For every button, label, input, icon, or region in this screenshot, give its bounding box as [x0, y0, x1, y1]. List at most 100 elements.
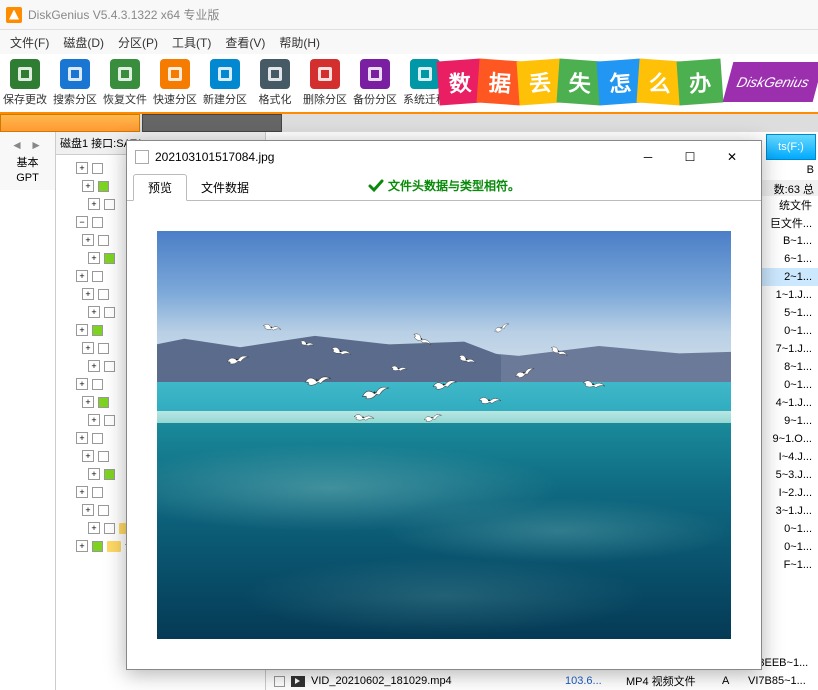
expand-icon[interactable]: + — [76, 378, 88, 390]
toolbar-搜索分区[interactable]: 搜索分区 — [50, 54, 100, 112]
toolbar-快速分区[interactable]: 快速分区 — [150, 54, 200, 112]
collapse-icon[interactable]: − — [76, 216, 88, 228]
checkbox[interactable] — [92, 217, 103, 228]
expand-icon[interactable]: + — [82, 180, 94, 192]
bird-icon — [302, 370, 335, 391]
toolbar-删除分区[interactable]: 删除分区 — [300, 54, 350, 112]
checkbox[interactable] — [98, 505, 109, 516]
gpt-label: GPT — [0, 172, 55, 184]
checkbox[interactable] — [92, 325, 103, 336]
menu-item-0[interactable]: 文件(F) — [4, 32, 55, 53]
view-mode-block[interactable]: ◄ ► 基本 GPT — [0, 132, 55, 190]
expand-icon[interactable]: + — [76, 162, 88, 174]
toolbar-label: 新建分区 — [203, 91, 247, 107]
drive-badge[interactable]: ts(F:) — [766, 134, 816, 160]
folder-icon — [107, 541, 121, 552]
toolbar-icon — [210, 59, 240, 89]
toolbar-icon — [60, 59, 90, 89]
promo-banner[interactable]: 数据丢失怎么办DiskGenius — [438, 54, 818, 110]
expand-icon[interactable]: + — [88, 252, 100, 264]
toolbar-label: 格式化 — [259, 91, 292, 107]
checkbox[interactable] — [92, 379, 103, 390]
checkbox[interactable] — [104, 469, 115, 480]
tab-filedata[interactable]: 文件数据 — [187, 175, 263, 200]
expand-icon[interactable]: + — [88, 306, 100, 318]
preview-status: 文件头数据与类型相符。 — [368, 177, 520, 194]
left-panel: ◄ ► 基本 GPT — [0, 132, 56, 690]
checkbox[interactable] — [104, 253, 115, 264]
expand-icon[interactable]: + — [76, 324, 88, 336]
file-fragment-text: 3~1.J... — [776, 505, 812, 517]
file-fragment-text: 2~1... — [784, 271, 812, 283]
file-size: 103.6... — [565, 675, 620, 687]
toolbar-格式化[interactable]: 格式化 — [250, 54, 300, 112]
file-fragment-text: I~2.J... — [779, 487, 812, 499]
checkbox[interactable] — [104, 307, 115, 318]
checkbox[interactable] — [98, 343, 109, 354]
toolbar-恢复文件[interactable]: 恢复文件 — [100, 54, 150, 112]
checkbox[interactable] — [98, 235, 109, 246]
checkbox[interactable] — [92, 163, 103, 174]
preview-image — [157, 231, 731, 639]
toolbar-label: 备份分区 — [353, 91, 397, 107]
checkbox[interactable] — [98, 181, 109, 192]
maximize-button[interactable]: ☐ — [669, 143, 711, 171]
checkbox[interactable] — [104, 415, 115, 426]
checkbox[interactable] — [104, 523, 115, 534]
checkbox[interactable] — [274, 676, 285, 687]
toolbar-icon — [360, 59, 390, 89]
toolbar-icon — [160, 59, 190, 89]
expand-icon[interactable]: + — [88, 360, 100, 372]
expand-icon[interactable]: + — [82, 234, 94, 246]
menu-item-2[interactable]: 分区(P) — [112, 32, 164, 53]
menu-item-3[interactable]: 工具(T) — [166, 32, 217, 53]
bird-icon — [351, 409, 377, 426]
expand-icon[interactable]: + — [82, 504, 94, 516]
menu-item-5[interactable]: 帮助(H) — [273, 32, 326, 53]
menu-item-4[interactable]: 查看(V) — [219, 32, 271, 53]
bottom-file-row[interactable]: VID_20210602_181029.mp4103.6...MP4 视频文件A… — [266, 672, 818, 690]
minimize-button[interactable]: ─ — [627, 143, 669, 171]
file-fragment-text: 0~1... — [784, 541, 812, 553]
expand-icon[interactable]: + — [76, 432, 88, 444]
checkbox[interactable] — [104, 361, 115, 372]
checkbox[interactable] — [98, 397, 109, 408]
expand-icon[interactable]: + — [76, 486, 88, 498]
checkbox[interactable] — [104, 199, 115, 210]
partition-tab-active[interactable] — [0, 114, 140, 132]
expand-icon[interactable]: + — [88, 198, 100, 210]
toolbar-icon — [410, 59, 440, 89]
checkbox[interactable] — [92, 541, 103, 552]
checkbox[interactable] — [98, 289, 109, 300]
title-bar: DiskGenius V5.4.3.1322 x64 专业版 — [0, 0, 818, 30]
file-fragment-text: 0~1... — [784, 325, 812, 337]
preview-title-bar[interactable]: 202103101517084.jpg ─ ☐ ✕ — [127, 141, 761, 173]
close-button[interactable]: ✕ — [711, 143, 753, 171]
expand-icon[interactable]: + — [88, 522, 100, 534]
expand-icon[interactable]: + — [88, 414, 100, 426]
toolbar-icon — [10, 59, 40, 89]
expand-icon[interactable]: + — [88, 468, 100, 480]
checkbox[interactable] — [98, 451, 109, 462]
checkbox[interactable] — [92, 271, 103, 282]
expand-icon[interactable]: + — [76, 270, 88, 282]
tab-preview[interactable]: 预览 — [133, 174, 187, 201]
expand-icon[interactable]: + — [76, 540, 88, 552]
file-fragment-text: 4~1.J... — [776, 397, 812, 409]
file-fragment-text: 5~3.J... — [776, 469, 812, 481]
nav-arrows-icon[interactable]: ◄ ► — [0, 138, 55, 152]
expand-icon[interactable]: + — [82, 450, 94, 462]
menu-item-1[interactable]: 磁盘(D) — [57, 32, 110, 53]
checkbox[interactable] — [92, 433, 103, 444]
toolbar-备份分区[interactable]: 备份分区 — [350, 54, 400, 112]
file-icon — [135, 150, 149, 164]
toolbar-新建分区[interactable]: 新建分区 — [200, 54, 250, 112]
partition-tab-inactive[interactable] — [142, 114, 282, 132]
toolbar-icon — [260, 59, 290, 89]
expand-icon[interactable]: + — [82, 396, 94, 408]
expand-icon[interactable]: + — [82, 288, 94, 300]
toolbar-保存更改[interactable]: 保存更改 — [0, 54, 50, 112]
expand-icon[interactable]: + — [82, 342, 94, 354]
banner-brand: DiskGenius — [723, 62, 818, 102]
checkbox[interactable] — [92, 487, 103, 498]
